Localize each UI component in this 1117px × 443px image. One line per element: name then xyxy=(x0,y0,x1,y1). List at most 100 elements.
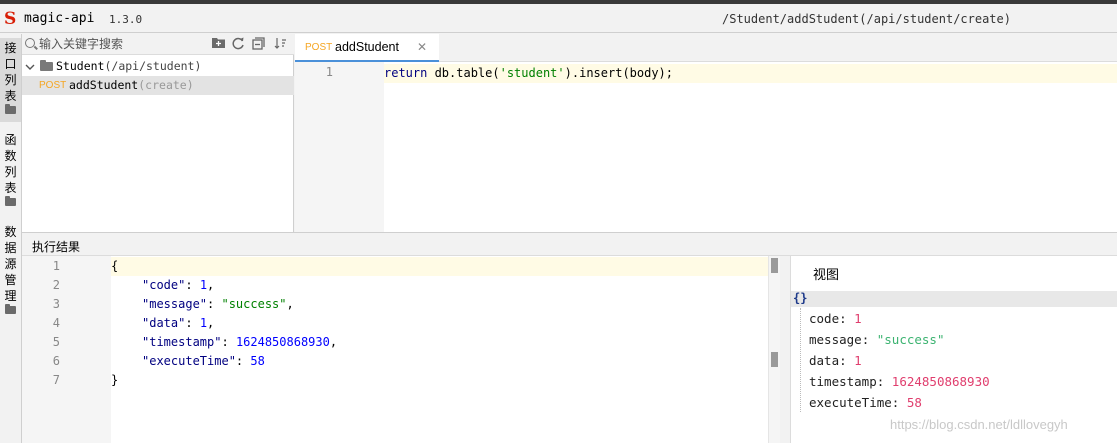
api-path: (create) xyxy=(138,78,194,92)
method-badge: POST xyxy=(39,80,67,91)
line-number: 1 xyxy=(325,65,333,79)
view-row-code: code: 1 xyxy=(809,311,862,326)
json-line-code: "code": 1, xyxy=(142,278,215,292)
tab-datasource-manage[interactable]: 数 据 源 管 理 xyxy=(0,222,21,318)
api-tree-panel: Student(/api/student) POST addStudent(cr… xyxy=(22,34,294,232)
json-line-message: "message": "success", xyxy=(142,297,294,311)
current-api-path: /Student/addStudent(/api/student/create) xyxy=(722,12,1011,26)
collapse-icon[interactable] xyxy=(251,37,265,51)
app-header: S magic-api 1.3.0 /Student/addStudent(/a… xyxy=(0,4,1117,33)
sort-icon[interactable] xyxy=(273,37,287,51)
view-row-executetime: executeTime: 58 xyxy=(809,395,922,410)
folder-icon xyxy=(5,304,16,314)
watermark: https://blog.csdn.net/ldllovegyh xyxy=(890,417,1068,432)
tab-api-list-label: 接 口 列 表 xyxy=(4,41,17,103)
result-title: 执行结果 xyxy=(32,240,81,254)
folder-icon xyxy=(5,104,16,114)
line-number: 4 xyxy=(52,316,60,330)
tab-api-list[interactable]: 接 口 列 表 xyxy=(0,38,21,122)
tab-function-list-label: 函 数 列 表 xyxy=(4,133,17,195)
json-line-executetime: "executeTime": 58 xyxy=(142,354,265,368)
search-input[interactable] xyxy=(39,36,209,52)
tree-guide-line xyxy=(800,308,801,412)
view-key: code xyxy=(809,311,840,326)
scrollbar-thumb[interactable] xyxy=(771,258,778,273)
tree-group-row[interactable]: Student(/api/student) xyxy=(22,57,294,76)
view-key: executeTime xyxy=(809,395,892,410)
view-root: {} xyxy=(793,291,808,305)
group-path: (/api/student) xyxy=(104,59,202,73)
folder-icon xyxy=(40,60,53,71)
code-pre: db.table( xyxy=(427,66,500,80)
view-row-message: message: "success" xyxy=(809,332,945,347)
json-number: 1 xyxy=(199,278,208,292)
view-number: 1 xyxy=(854,311,862,326)
tab-function-list[interactable]: 函 数 列 表 xyxy=(0,130,21,210)
view-key: timestamp xyxy=(809,374,877,389)
json-close-brace: } xyxy=(111,373,119,387)
json-key: "timestamp" xyxy=(142,335,222,349)
active-code-line[interactable]: return db.table('student').insert(body); xyxy=(384,64,1117,83)
group-name: Student(/api/student) xyxy=(56,57,201,76)
view-key: message xyxy=(809,332,862,347)
json-key: "code" xyxy=(142,278,186,292)
view-string: "success" xyxy=(876,332,945,347)
method-badge: POST xyxy=(305,42,333,53)
folder-add-icon[interactable] xyxy=(211,37,225,51)
folder-icon xyxy=(5,196,16,206)
json-key: "executeTime" xyxy=(142,354,236,368)
line-number: 2 xyxy=(52,278,60,292)
code-text: return db.table('student').insert(body); xyxy=(384,64,673,83)
view-number: 1 xyxy=(854,353,862,368)
editor-tab-label: addStudent xyxy=(335,40,399,54)
view-number: 58 xyxy=(906,395,922,410)
view-key: data xyxy=(809,353,840,368)
json-line-timestamp: "timestamp": 1624850868930, xyxy=(142,335,338,349)
magic-api-logo-icon: S xyxy=(4,9,17,29)
editor-tab-addstudent[interactable]: POST addStudent ✕ xyxy=(295,34,439,62)
code-post: ).insert(body); xyxy=(564,66,674,80)
json-open-brace: { xyxy=(111,259,119,273)
editor-tab-bar: POST addStudent ✕ xyxy=(295,34,1117,62)
code-keyword: return xyxy=(384,66,428,80)
api-name-text: addStudent xyxy=(69,78,139,92)
result-gutter: 1 2 3 4 5 6 7 xyxy=(22,256,111,443)
code-string: 'student' xyxy=(499,66,565,80)
json-number: 1624850868930 xyxy=(235,335,330,349)
json-line-data: "data": 1, xyxy=(142,316,215,330)
tree-toolbar xyxy=(22,34,294,55)
editor-gutter: 1 xyxy=(295,62,384,232)
line-number: 6 xyxy=(52,354,60,368)
json-number: 1 xyxy=(199,316,208,330)
result-scrollbar[interactable] xyxy=(768,256,780,443)
group-name-text: Student xyxy=(56,59,105,73)
line-number: 3 xyxy=(52,297,60,311)
app-version: 1.3.0 xyxy=(109,13,143,26)
json-view-panel: 视图 {} code: 1 message: "success" data: 1… xyxy=(790,256,1117,443)
app-title: magic-api xyxy=(24,11,95,26)
result-header: 执行结果 xyxy=(22,232,1117,256)
api-name: addStudent(create) xyxy=(69,76,194,95)
view-row-timestamp: timestamp: 1624850868930 xyxy=(809,374,990,389)
json-key: "message" xyxy=(142,297,208,311)
tree-api-row[interactable]: POST addStudent(create) xyxy=(22,76,294,95)
active-result-line xyxy=(111,257,768,276)
view-number: 1624850868930 xyxy=(891,374,990,389)
scrollbar-marker xyxy=(771,352,778,367)
result-json-editor[interactable]: 1 2 3 4 5 6 7 { "code": 1, "message": "s… xyxy=(22,256,780,443)
code-editor: POST addStudent ✕ 1 return db.table('stu… xyxy=(295,34,1117,232)
line-number: 1 xyxy=(52,259,60,273)
tab-datasource-manage-label: 数 据 源 管 理 xyxy=(4,225,17,303)
close-icon[interactable]: ✕ xyxy=(417,40,427,54)
json-string: "success" xyxy=(221,297,287,311)
line-number: 7 xyxy=(52,373,60,387)
refresh-icon[interactable] xyxy=(231,37,245,51)
view-row-data: data: 1 xyxy=(809,353,862,368)
json-number: 58 xyxy=(250,354,265,368)
left-tab-bar: 接 口 列 表 函 数 列 表 数 据 源 管 理 xyxy=(0,34,22,443)
search-icon xyxy=(25,38,35,48)
json-key: "data" xyxy=(142,316,186,330)
view-root-row[interactable]: {} xyxy=(791,291,1117,307)
line-number: 5 xyxy=(52,335,60,349)
view-title: 视图 xyxy=(813,267,840,282)
